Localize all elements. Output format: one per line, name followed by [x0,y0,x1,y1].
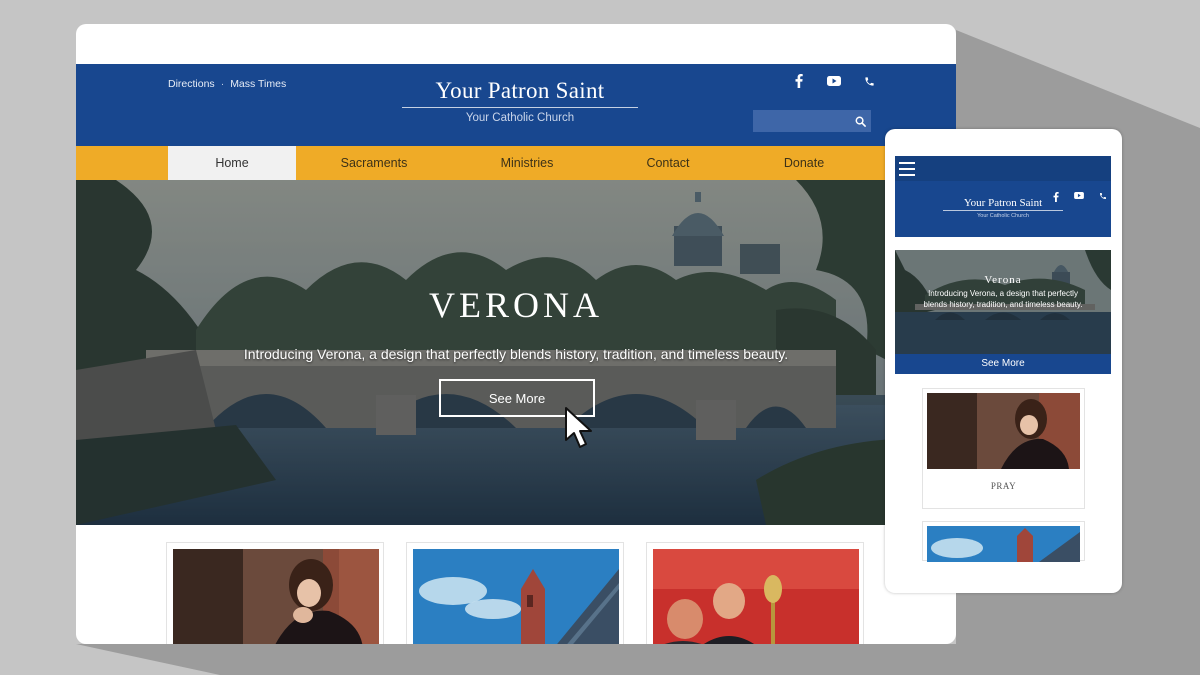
mass-times-link[interactable]: Mass Times [230,78,286,90]
nav-item-sacraments[interactable]: Sacraments [308,146,440,180]
hero-title: VERONA [429,285,603,325]
top-links: Directions · Mass Times [168,78,286,90]
mobile-header: Your Patron Saint Your Catholic Church [895,156,1111,237]
directions-link[interactable]: Directions [168,78,215,90]
youtube-icon[interactable] [827,74,841,88]
mobile-top-bar [895,156,1111,181]
logo-title: Your Patron Saint [402,78,638,108]
mobile-card-church[interactable] [922,521,1085,562]
church-tower-image [413,549,619,644]
praying-woman-image [927,393,1080,469]
phone-icon[interactable] [1099,192,1107,200]
nav-item-ministries[interactable]: Ministries [466,146,588,180]
hero-subtitle: Introducing Verona, a design that perfec… [243,346,789,362]
mobile-hero-subtitle: Introducing Verona, a design that perfec… [923,289,1083,309]
youtube-icon[interactable] [1074,192,1084,199]
nav-item-contact[interactable]: Contact [606,146,730,180]
site-header: Directions · Mass Times Your Patron Saint … [76,64,956,146]
social-icons [792,74,876,88]
phone-icon[interactable] [862,74,876,88]
search-button[interactable] [849,110,871,132]
mouse-pointer-icon [565,407,592,448]
mobile-see-more-button[interactable]: See More [895,354,1111,374]
search-input[interactable] [753,111,849,131]
main-navigation: Home Sacraments Ministries Contact Donat… [76,146,956,180]
pray-label: PRAY [990,481,1017,491]
altar-servers-image [653,549,859,644]
mobile-logo-title: Your Patron Saint [943,197,1063,211]
search-box [753,110,871,132]
mobile-hero-title: Verona [984,274,1022,286]
hamburger-menu-icon[interactable] [899,162,915,176]
church-tower-image [927,526,1080,562]
mobile-logo[interactable]: Your Patron Saint Your Catholic Church [943,197,1063,219]
feature-card-church[interactable] [406,542,624,644]
feature-card-sacraments[interactable] [646,542,864,644]
nav-item-donate[interactable]: Donate [744,146,864,180]
praying-woman-image [173,549,379,644]
facebook-icon[interactable] [792,74,806,88]
link-separator: · [220,78,225,90]
hero-banner: VERONA Introducing Verona, a design that… [76,180,956,525]
logo-subtitle: Your Catholic Church [465,112,575,124]
search-icon [855,116,866,127]
mobile-device-preview: Your Patron Saint Your Catholic Church V… [885,129,1122,593]
mobile-hero-banner: Verona Introducing Verona, a design that… [895,250,1111,354]
mobile-card-pray[interactable]: PRAY [922,388,1085,509]
feature-card-pray[interactable] [166,542,384,644]
desktop-browser-window: Directions · Mass Times Your Patron Saint … [76,24,956,644]
mobile-logo-subtitle: Your Catholic Church [977,213,1029,219]
site-logo[interactable]: Your Patron Saint Your Catholic Church [402,78,638,124]
nav-item-home[interactable]: Home [168,146,296,180]
